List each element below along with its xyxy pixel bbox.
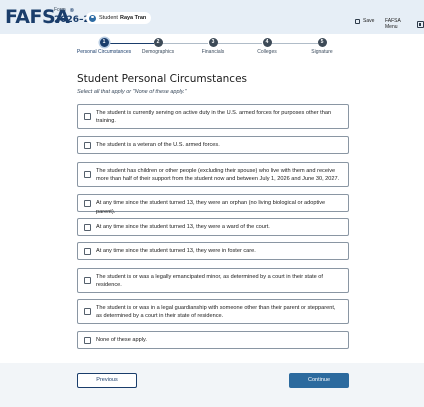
menu-label: FAFSA Menu bbox=[385, 18, 401, 30]
save-label: Save bbox=[363, 18, 375, 24]
step-number: 1 bbox=[99, 38, 109, 47]
option-emancipated-minor[interactable]: The student is or was a legally emancipa… bbox=[77, 268, 349, 293]
option-label: The student is currently serving on acti… bbox=[96, 109, 332, 125]
step-label: Financials bbox=[201, 49, 225, 55]
student-role: Student bbox=[99, 15, 118, 21]
menu-icon bbox=[417, 20, 424, 28]
checkbox[interactable] bbox=[84, 113, 91, 120]
option-label: The student has children or other people… bbox=[96, 167, 340, 183]
option-label: The student is or was in a legal guardia… bbox=[96, 304, 336, 320]
step-number: 5 bbox=[317, 38, 327, 47]
checkbox[interactable] bbox=[84, 336, 91, 344]
form-label: Form bbox=[54, 7, 66, 13]
step-number: 3 bbox=[208, 38, 218, 47]
previous-button[interactable]: Previous bbox=[77, 373, 137, 388]
step-label: Colleges bbox=[257, 49, 277, 55]
checkbox[interactable] bbox=[84, 199, 91, 207]
progress-stepper: 1 Personal Circumstances 2 Demographics … bbox=[0, 34, 424, 58]
checkbox[interactable] bbox=[84, 247, 91, 255]
option-dependents[interactable]: The student has children or other people… bbox=[77, 162, 349, 187]
option-label: At any time since the student turned 13,… bbox=[96, 248, 256, 254]
page-title: Student Personal Circumstances bbox=[77, 73, 248, 85]
step-personal-circumstances: 1 Personal Circumstances bbox=[74, 38, 134, 55]
checkbox[interactable] bbox=[84, 141, 91, 149]
step-number: 2 bbox=[153, 38, 163, 47]
continue-button[interactable]: Continue bbox=[289, 373, 349, 388]
option-label: The student is or was a legally emancipa… bbox=[96, 273, 323, 289]
option-active-duty[interactable]: The student is currently serving on acti… bbox=[77, 104, 349, 129]
checkbox[interactable] bbox=[84, 308, 91, 315]
option-ward-of-court[interactable]: At any time since the student turned 13,… bbox=[77, 218, 349, 236]
checkbox[interactable] bbox=[84, 223, 91, 231]
step-colleges: 4 Colleges bbox=[237, 38, 297, 55]
step-label: Demographics bbox=[141, 49, 175, 55]
step-financials: 3 Financials bbox=[183, 38, 243, 55]
option-legal-guardianship[interactable]: The student is or was in a legal guardia… bbox=[77, 299, 349, 324]
step-signature: 5 Signature bbox=[292, 38, 352, 55]
checkbox[interactable] bbox=[84, 277, 91, 284]
fafsa-menu-button[interactable]: FAFSA Menu bbox=[385, 18, 424, 30]
save-icon bbox=[355, 18, 360, 24]
student-chip[interactable]: Student Raya Tran bbox=[86, 12, 152, 24]
step-demographics: 2 Demographics bbox=[128, 38, 188, 55]
save-button[interactable]: Save bbox=[355, 18, 374, 24]
student-name: Raya Tran bbox=[119, 15, 147, 21]
footer-nav: Previous Continue bbox=[0, 363, 424, 407]
step-label: Signature bbox=[311, 49, 333, 55]
option-label: At any time since the student turned 13,… bbox=[96, 224, 270, 230]
option-label: The student is a veteran of the U.S. arm… bbox=[96, 142, 220, 148]
checkbox[interactable] bbox=[84, 171, 91, 178]
option-label: None of these apply. bbox=[96, 337, 147, 343]
option-foster-care[interactable]: At any time since the student turned 13,… bbox=[77, 242, 349, 260]
step-label: Personal Circumstances bbox=[76, 49, 132, 55]
user-icon bbox=[89, 14, 96, 22]
app-header: FAFSA® Form 2026–27 Student Raya Tran Sa… bbox=[0, 0, 424, 34]
step-number: 4 bbox=[262, 38, 272, 47]
option-veteran[interactable]: The student is a veteran of the U.S. arm… bbox=[77, 136, 349, 154]
option-orphan[interactable]: At any time since the student turned 13,… bbox=[77, 194, 349, 215]
option-none-apply[interactable]: None of these apply. bbox=[77, 331, 349, 349]
option-label: At any time since the student turned 13,… bbox=[96, 200, 326, 215]
main-content: Student Personal Circumstances Select al… bbox=[0, 58, 424, 363]
instructions: Select all that apply or "None of these … bbox=[77, 89, 187, 95]
